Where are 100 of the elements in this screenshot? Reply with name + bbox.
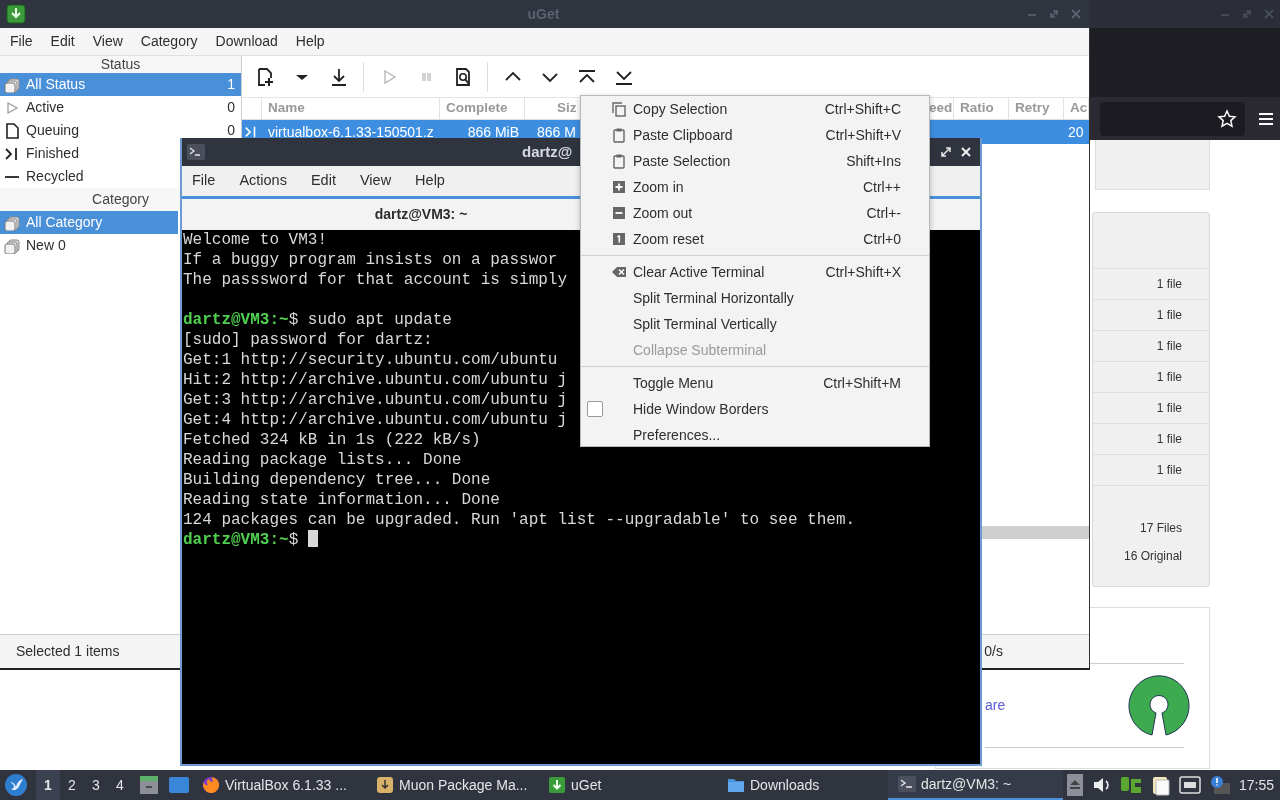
menu-item[interactable]: Split Terminal Vertically (581, 311, 929, 337)
item-count: 0 (227, 121, 235, 140)
tray-app-icon[interactable] (1120, 775, 1143, 795)
output-line: If a buggy program insists on a passwor (183, 251, 558, 269)
workspace-button[interactable]: 1 (36, 770, 60, 800)
item-label: All Category (26, 213, 103, 232)
play-icon (4, 99, 20, 116)
download-app-icon (6, 4, 26, 24)
maximize-icon[interactable] (939, 145, 953, 159)
stack-icon (4, 76, 20, 93)
workspace-button[interactable]: 3 (84, 770, 108, 800)
file-cabinet-icon[interactable] (138, 774, 160, 796)
item-label: Active (26, 98, 65, 117)
item-count: 0 (227, 98, 235, 117)
notification-icon[interactable] (1209, 775, 1230, 795)
link[interactable]: are (985, 695, 1006, 716)
close-icon[interactable] (959, 145, 973, 159)
taskbar-button[interactable]: Muon Package Ma... (366, 770, 538, 800)
table-cell-text: virtualbox-6.1.33-150501.z (267, 122, 435, 142)
sidebar-item[interactable]: New 0 (0, 234, 178, 257)
shortcut-text: Ctrl+Shift+V (825, 125, 901, 145)
output-line: Get:4 http://archive.ubuntu.com/ubuntu j (183, 411, 568, 429)
taskbar-button[interactable]: uGet (538, 770, 713, 800)
taskbar-button[interactable]: VirtualBox 6.1.33 ... (194, 770, 366, 800)
volume-icon[interactable] (1091, 776, 1112, 794)
network-icon[interactable] (1178, 776, 1201, 794)
sidebar-item[interactable]: Finished (0, 142, 178, 165)
menu-item[interactable]: Category (131, 31, 207, 52)
clipboard-icon (611, 127, 627, 143)
file-total: 17 Files (1138, 520, 1183, 537)
table-cell-text: 866 MiB (466, 122, 520, 142)
output-line: Get:3 http://archive.ubuntu.com/ubuntu j (183, 391, 568, 409)
original-count: 16 Original (1122, 548, 1183, 565)
sidebar-item[interactable]: Active 0 (0, 96, 241, 119)
menu-item[interactable]: Zoom in Ctrl++ (581, 174, 929, 200)
clipboard-icon (611, 153, 627, 169)
taskbar-button[interactable]: Downloads (713, 770, 888, 800)
shortcut-text: Shift+Ins (846, 151, 901, 171)
clipboard-icon[interactable] (1151, 774, 1170, 796)
menu-item[interactable]: Toggle Menu Ctrl+Shift+M (581, 370, 929, 396)
menu-item[interactable]: Help (403, 170, 457, 192)
zoom-in-icon (611, 179, 627, 195)
file-count: 1 file (1093, 331, 1209, 362)
zoom-out-icon (611, 205, 627, 221)
clock-text: 17:55 (1238, 775, 1274, 795)
download-app-icon (548, 776, 566, 794)
skip-end-icon (244, 125, 258, 139)
keyhole-icon (1128, 674, 1190, 737)
sidebar-item[interactable]: Queuing 0 (0, 119, 241, 142)
item-count: 1 (227, 75, 235, 94)
window-icon[interactable] (168, 774, 190, 796)
eject-icon[interactable] (1066, 774, 1083, 796)
menu-item[interactable]: Preferences... (581, 422, 929, 448)
star-icon[interactable] (1217, 108, 1237, 129)
workspace-button[interactable]: 4 (108, 770, 132, 800)
menu-item[interactable]: Hide Window Borders (581, 396, 929, 422)
address-field[interactable] (1100, 101, 1245, 136)
start-menu-icon[interactable] (4, 773, 28, 797)
file-count: 1 file (1093, 300, 1209, 331)
output-line: Reading package lists... Done (183, 451, 462, 469)
file-count: 1 file (1093, 362, 1209, 393)
terminal-icon (187, 144, 205, 160)
output-line: Building dependency tree... Done (183, 471, 491, 489)
menu-item[interactable]: Clear Active Terminal Ctrl+Shift+X (581, 259, 929, 285)
stack-icon (4, 214, 20, 231)
menu-item[interactable]: View (347, 170, 404, 192)
output-line: Welcome to VM3! (183, 231, 328, 249)
taskbar-button[interactable]: dartz@VM3: ~ (888, 770, 1063, 800)
shortcut-text: Ctrl+Shift+M (823, 373, 901, 393)
copy-icon (611, 101, 627, 117)
output-line: Hit:2 http://archive.ubuntu.com/ubuntu j (183, 371, 568, 389)
menu-item[interactable]: File (0, 31, 42, 52)
menu-item[interactable]: Edit (41, 31, 84, 52)
menu-item[interactable]: Paste Selection Shift+Ins (581, 148, 929, 174)
checkbox[interactable] (587, 401, 603, 417)
command-text: $ sudo apt update (288, 311, 452, 329)
item-label: All Status (26, 75, 86, 94)
file-count: 1 file (1093, 269, 1209, 300)
clear-icon (611, 264, 627, 280)
terminal-icon (898, 775, 916, 793)
zoom-reset-icon (611, 231, 627, 247)
menu-item[interactable]: Help (286, 31, 334, 52)
menu-item[interactable]: Edit (298, 170, 348, 192)
table-cell-text: 20 (1067, 122, 1085, 142)
output-line: The passsword for that account is simply (183, 271, 568, 289)
browser-icon (202, 776, 220, 794)
section-header: Status (0, 56, 241, 73)
menu-item[interactable]: Split Terminal Horizontally (581, 285, 929, 311)
item-label: Queuing (26, 121, 79, 140)
file-count: 1 file (1093, 455, 1209, 486)
sidebar-item[interactable]: Recycled (0, 165, 178, 188)
workspace-button[interactable]: 2 (60, 770, 84, 800)
item-label: Finished (26, 144, 79, 163)
menu-item[interactable]: Download (206, 31, 287, 52)
menu-item[interactable]: View (83, 31, 132, 52)
prompt-text: dartz@VM3:~ (183, 531, 289, 549)
item-label: Recycled (26, 167, 84, 186)
file-count: 1 file (1093, 393, 1209, 424)
item-label: New 0 (26, 236, 66, 255)
table-cell-text: 866 M (536, 122, 577, 142)
